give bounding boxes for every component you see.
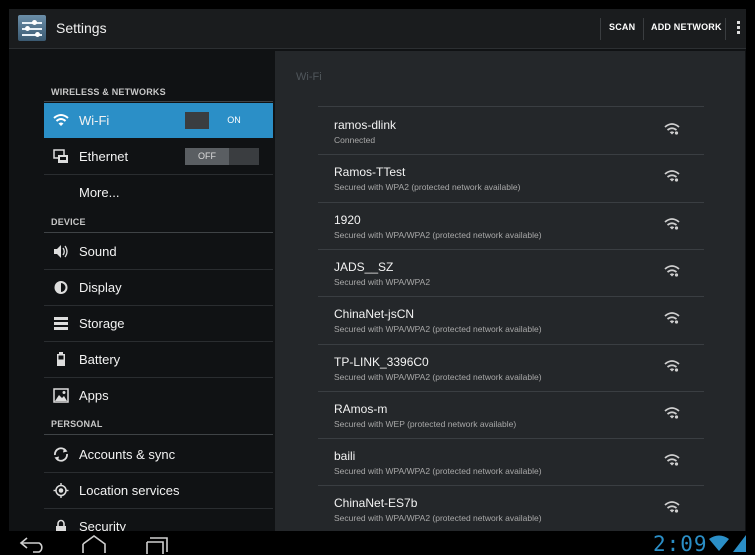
network-name: TP-LINK_3396C0 <box>334 354 429 369</box>
wifi-signal-icon <box>664 170 680 182</box>
network-row[interactable]: JADS__SZ Secured with WPA/WPA2 <box>318 250 704 294</box>
network-status: Secured with WPA/WPA2 (protected network… <box>334 466 542 477</box>
network-name: Ramos-TTest <box>334 165 406 180</box>
wifi-status-icon <box>709 535 729 551</box>
toggle-state: OFF <box>185 148 229 165</box>
network-name: ramos-dlink <box>334 118 397 132</box>
brightness-icon <box>54 281 68 294</box>
wifi-signal-icon <box>664 123 680 135</box>
settings-screen: Settings SCAN ADD NETWORK WIRELESS & NET… <box>9 9 746 555</box>
wifi-icon <box>53 114 69 126</box>
section-header-wireless: WIRELESS & NETWORKS <box>51 87 166 97</box>
divider <box>318 106 704 107</box>
wifi-signal-icon <box>664 312 680 324</box>
sidebar-item-sound[interactable]: Sound <box>44 234 273 269</box>
panel-title: Wi-Fi <box>296 71 322 83</box>
network-name: baili <box>334 449 356 464</box>
sidebar-item-ethernet[interactable]: Ethernet OFF <box>44 139 273 174</box>
wifi-signal-icon <box>664 454 680 466</box>
network-row[interactable]: baili Secured with WPA/WPA2 (protected ne… <box>318 439 704 483</box>
sidebar-item-label: Ethernet <box>79 149 129 164</box>
overflow-menu-icon[interactable] <box>737 21 741 37</box>
ethernet-toggle[interactable]: OFF <box>185 148 259 165</box>
wifi-signal-icon <box>664 359 680 372</box>
network-status: Secured with WPA/WPA2 (protected network… <box>334 324 542 335</box>
wifi-signal-icon <box>664 406 680 419</box>
add-network-button[interactable]: ADD NETWORK <box>651 22 722 32</box>
sidebar-item-label: Battery <box>79 352 121 367</box>
sidebar-item-label: Location services <box>79 483 180 498</box>
ethernet-icon <box>53 149 68 163</box>
network-row[interactable]: Ramos-TTest Secured with WPA2 (protected … <box>318 155 704 199</box>
network-name: ChinaNet-ES7b <box>334 496 418 511</box>
toggle-state: ON <box>209 112 259 129</box>
network-row[interactable]: ramos-dlink Connected <box>318 108 704 152</box>
sidebar-item-accounts[interactable]: Accounts & sync <box>44 437 273 472</box>
status-clock: 2:09 <box>653 532 708 555</box>
sidebar-item-location[interactable]: Location services <box>44 473 273 508</box>
sidebar-item-display[interactable]: Display <box>44 270 273 305</box>
network-name: ChinaNet-jsCN <box>334 307 415 322</box>
sidebar-item-label: Accounts & sync <box>79 447 176 462</box>
sidebar-item-apps[interactable]: Apps <box>44 378 273 413</box>
sidebar-item-wifi[interactable]: Wi-Fi ON <box>44 103 273 138</box>
speaker-icon <box>54 245 68 258</box>
network-status: Secured with WPA/WPA2 (protected network… <box>334 229 542 240</box>
divider <box>643 18 644 40</box>
network-row[interactable]: ChinaNet-jsCN Secured with WPA/WPA2 (prot… <box>318 297 704 341</box>
wifi-signal-icon <box>664 264 680 277</box>
sidebar-item-battery[interactable]: Battery <box>44 342 273 377</box>
system-nav-bar: 2:09 <box>9 531 746 555</box>
wifi-toggle[interactable]: ON <box>185 112 259 129</box>
divider <box>725 18 726 40</box>
sidebar-item-label: More... <box>79 185 120 200</box>
divider <box>44 434 273 435</box>
sidebar-item-label: Wi-Fi <box>79 113 110 128</box>
network-status: Connected <box>334 135 376 145</box>
network-status: Secured with WPA/WPA2 <box>334 276 431 287</box>
back-icon[interactable] <box>19 535 47 553</box>
wifi-signal-icon <box>664 217 680 230</box>
network-name: JADS__SZ <box>334 259 394 274</box>
network-row[interactable]: TP-LINK_3396C0 Secured with WPA/WPA2 (pro… <box>318 345 704 389</box>
network-row[interactable]: 1920 Secured with WPA/WPA2 (protected net… <box>318 203 704 247</box>
battery-icon <box>57 352 65 366</box>
apps-icon <box>53 388 69 403</box>
network-status: Secured with WPA/WPA2 (protected network… <box>334 513 542 524</box>
sync-icon <box>54 447 68 462</box>
home-icon[interactable] <box>81 533 107 553</box>
network-status: Secured with WEP (protected network avai… <box>334 418 517 429</box>
recents-icon[interactable] <box>144 534 170 554</box>
sidebar-item-more[interactable]: More... <box>44 175 273 210</box>
sidebar-item-storage[interactable]: Storage <box>44 306 273 341</box>
scan-button[interactable]: SCAN <box>609 22 635 32</box>
divider <box>600 18 601 40</box>
sidebar-item-label: Apps <box>79 388 109 403</box>
action-bar: Settings SCAN ADD NETWORK <box>9 9 746 49</box>
settings-list: WIRELESS & NETWORKS Wi-Fi ON Ethernet OF… <box>44 49 273 539</box>
storage-icon <box>54 317 68 330</box>
network-status: Secured with WPA2 (protected network ava… <box>334 182 521 193</box>
section-header-device: DEVICE <box>51 217 86 227</box>
divider <box>44 101 273 102</box>
location-icon <box>53 483 69 498</box>
divider <box>44 232 273 233</box>
network-row[interactable]: RAmos-m Secured with WEP (protected netwo… <box>318 392 704 436</box>
settings-sliders-icon[interactable] <box>18 15 46 41</box>
network-row[interactable]: ChinaNet-ES7b Secured with WPA/WPA2 (prot… <box>318 486 704 530</box>
wifi-panel: Wi-Fi ramos-dlink Connected Ramos-TTest Sec… <box>275 51 745 539</box>
sidebar-item-label: Sound <box>79 244 117 259</box>
page-title: Settings <box>56 20 107 36</box>
sidebar-item-label: Display <box>79 280 122 295</box>
wifi-signal-icon <box>664 501 680 513</box>
section-header-personal: PERSONAL <box>51 419 103 429</box>
signal-status-icon <box>733 535 746 552</box>
sidebar-item-label: Storage <box>79 316 125 331</box>
network-name: 1920 <box>334 212 361 227</box>
network-name: RAmos-m <box>334 401 388 416</box>
network-status: Secured with WPA/WPA2 (protected network… <box>334 371 542 382</box>
